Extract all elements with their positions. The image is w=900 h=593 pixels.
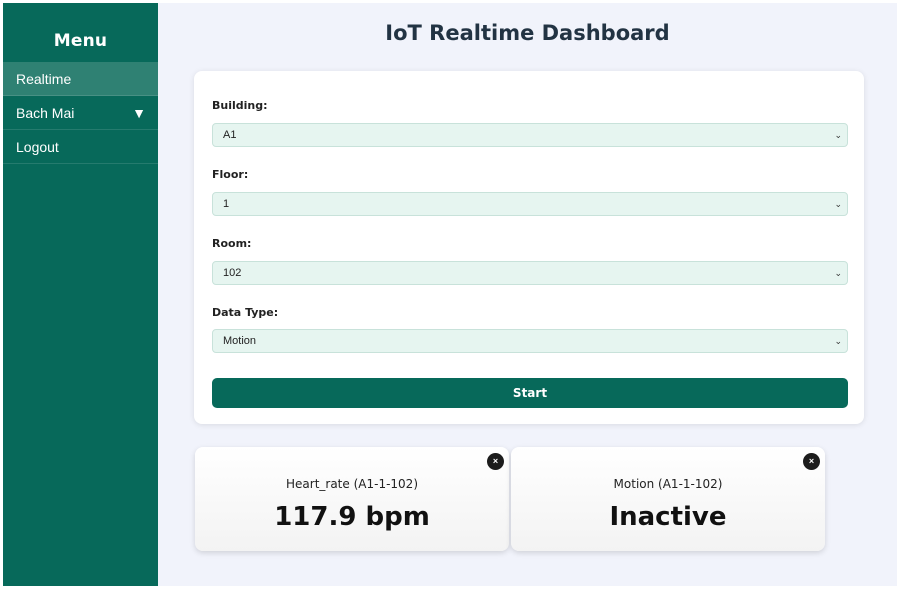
close-icon[interactable]: × — [803, 453, 820, 470]
floor-label: Floor: — [212, 168, 249, 181]
sidebar-item-label: Logout — [16, 138, 59, 155]
building-select[interactable]: A1 ⌄ — [212, 123, 848, 147]
sidebar-item-label: Bach Mai — [16, 104, 75, 121]
building-select-value: A1 — [223, 129, 237, 141]
heart-rate-card: × Heart_rate (A1-1-102) 117.9 bpm — [195, 447, 509, 551]
filter-form-card: Building: A1 ⌄ Floor: 1 ⌄ Room: 102 ⌄ Da… — [194, 71, 864, 424]
card-value: 117.9 bpm — [274, 502, 430, 532]
main-content: IoT Realtime Dashboard Building: A1 ⌄ Fl… — [158, 3, 897, 586]
floor-select-value: 1 — [223, 198, 230, 210]
sidebar-item-label: Realtime — [16, 70, 72, 87]
data-type-select-value: Motion — [223, 335, 257, 347]
card-title: Heart_rate (A1-1-102) — [286, 477, 418, 491]
caret-down-icon: ▼ — [132, 104, 146, 121]
card-title: Motion (A1-1-102) — [613, 477, 723, 491]
sidebar-title: Menu — [53, 31, 108, 51]
room-label: Room: — [212, 237, 252, 250]
chevron-down-icon: ⌄ — [834, 199, 842, 209]
room-select-value: 102 — [223, 267, 242, 279]
sidebar-item-bach-mai[interactable]: Bach Mai ▼ — [3, 96, 158, 130]
sidebar-item-realtime[interactable]: Realtime — [3, 62, 158, 96]
sidebar-item-logout[interactable]: Logout — [3, 130, 158, 164]
chevron-down-icon: ⌄ — [834, 336, 842, 346]
close-icon[interactable]: × — [487, 453, 504, 470]
data-type-select[interactable]: Motion ⌄ — [212, 329, 848, 353]
chevron-down-icon: ⌄ — [834, 130, 842, 140]
start-button[interactable]: Start — [212, 378, 848, 408]
floor-select[interactable]: 1 ⌄ — [212, 192, 848, 216]
app-window: Menu Realtime Bach Mai ▼ Logout IoT Real… — [3, 3, 897, 586]
sidebar: Menu Realtime Bach Mai ▼ Logout — [3, 3, 158, 586]
building-label: Building: — [212, 99, 268, 112]
card-value: Inactive — [609, 502, 727, 532]
page-title: IoT Realtime Dashboard — [385, 21, 670, 45]
data-type-label: Data Type: — [212, 306, 279, 319]
motion-card: × Motion (A1-1-102) Inactive — [511, 447, 825, 551]
room-select[interactable]: 102 ⌄ — [212, 261, 848, 285]
chevron-down-icon: ⌄ — [834, 268, 842, 278]
